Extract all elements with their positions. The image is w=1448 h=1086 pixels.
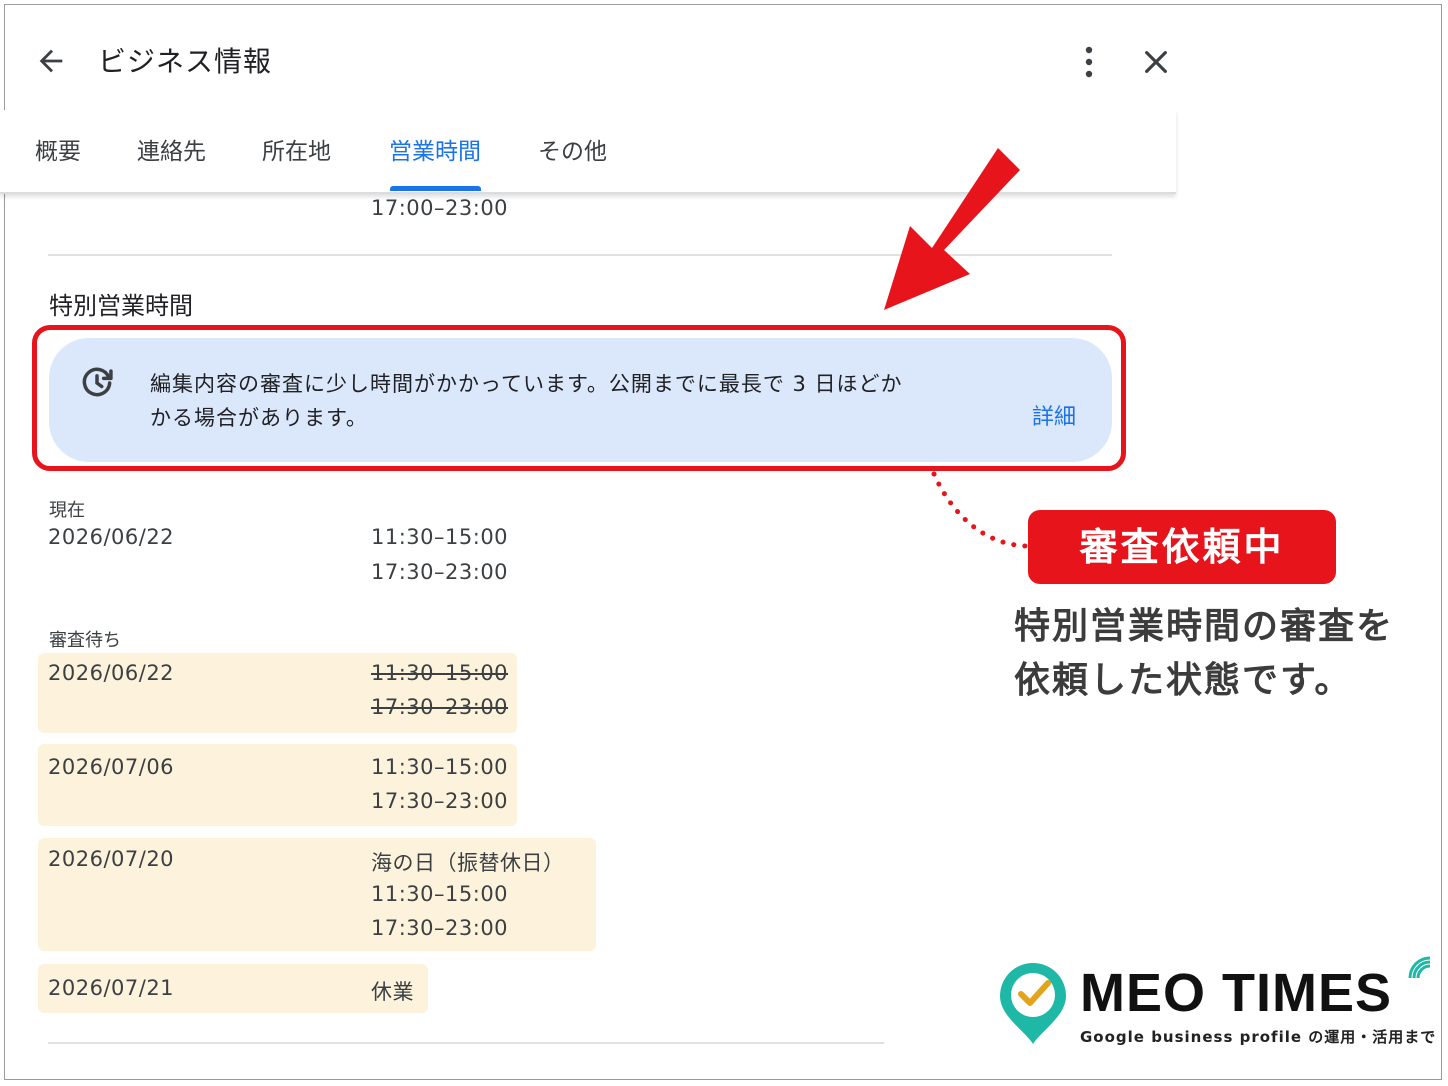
pending-hours: 11:30–15:00: [371, 755, 509, 779]
back-arrow-icon[interactable]: [34, 44, 68, 78]
active-tab-indicator: [390, 186, 481, 191]
logo-wordmark: MEO TIMES: [1080, 963, 1393, 1023]
dotted-connector: [931, 471, 1029, 549]
tab-contact[interactable]: 連絡先: [137, 132, 206, 166]
pending-closed: 休業: [371, 980, 414, 1004]
pending-date: 2026/07/21: [48, 976, 175, 1000]
current-label: 現在: [49, 500, 85, 521]
page-title: ビジネス情報: [98, 45, 273, 78]
logo-tagline: Google business profile の運用・活用まで: [1080, 1028, 1437, 1046]
status-badge: 審査依頼中: [1028, 510, 1336, 584]
current-date: 2026/06/22: [48, 525, 175, 549]
section-divider: [48, 1042, 884, 1044]
tab-hours[interactable]: 営業時間: [389, 132, 481, 166]
pending-hours: 11:30–15:00: [371, 882, 509, 906]
pending-holiday-name: 海の日（振替休日）: [371, 851, 565, 875]
close-icon[interactable]: [1140, 46, 1172, 78]
pending-hours: 17:30–23:00: [371, 789, 509, 813]
pending-date: 2026/06/22: [48, 661, 175, 685]
annotation-line-2: 依頼した状態です。: [1014, 660, 1353, 701]
tab-more[interactable]: その他: [538, 132, 607, 166]
pending-date: 2026/07/06: [48, 755, 175, 779]
pending-hours-struck: 17:30–23:00: [371, 695, 509, 719]
red-arrow-icon: [884, 148, 1020, 310]
annotation-line-1: 特別営業時間の審査を: [1014, 606, 1395, 647]
pending-hours: 17:30–23:00: [371, 916, 509, 940]
regular-hours-time: 17:00–23:00: [371, 196, 509, 220]
current-hours-1: 11:30–15:00: [371, 525, 509, 549]
signal-waves-icon: [1408, 956, 1431, 979]
current-hours-2: 17:30–23:00: [371, 560, 509, 584]
tab-overview[interactable]: 概要: [35, 132, 81, 166]
special-hours-title: 特別営業時間: [49, 292, 193, 320]
pending-hours-struck: 11:30–15:00: [371, 661, 509, 685]
pending-label: 審査待ち: [49, 630, 121, 651]
tab-location[interactable]: 所在地: [262, 132, 331, 166]
annotation-caption: 特別営業時間の審査を 依頼した状態です。: [1014, 600, 1434, 708]
more-vert-icon[interactable]: [1078, 44, 1100, 80]
highlight-frame: [32, 325, 1126, 471]
pending-date: 2026/07/20: [48, 847, 175, 871]
location-pin-check-icon: [1000, 963, 1066, 1044]
